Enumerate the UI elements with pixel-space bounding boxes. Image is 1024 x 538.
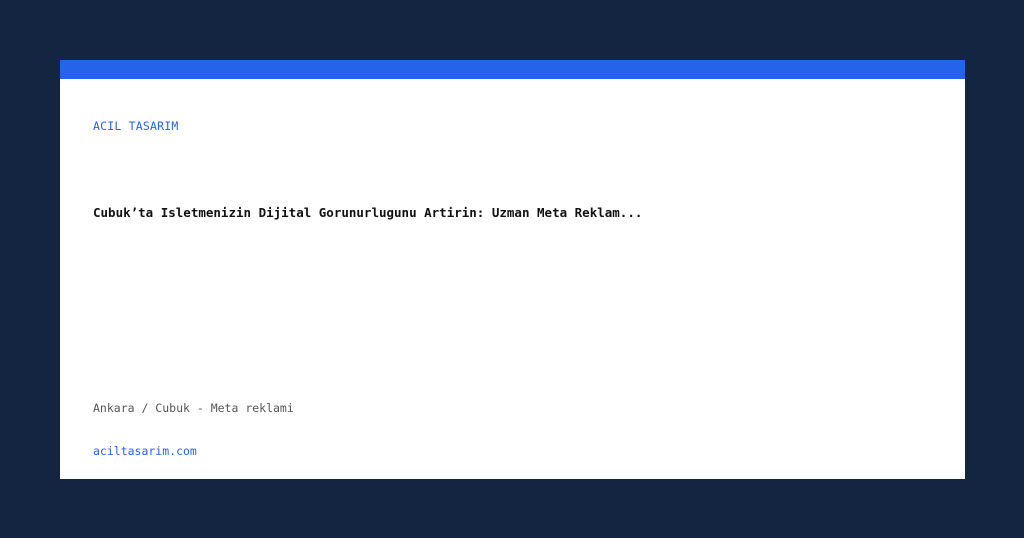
article-headline[interactable]: Cubuk’ta Isletmenizin Dijital Gorunurlug… <box>93 205 642 220</box>
preview-card[interactable]: ACIL TASARIM Cubuk’ta Isletmenizin Dijit… <box>60 60 965 479</box>
location-line: Ankara / Cubuk - Meta reklami <box>93 401 294 415</box>
card-accent-bar <box>60 60 965 79</box>
brand-name: ACIL TASARIM <box>93 119 179 133</box>
site-link[interactable]: aciltasarim.com <box>93 444 197 458</box>
